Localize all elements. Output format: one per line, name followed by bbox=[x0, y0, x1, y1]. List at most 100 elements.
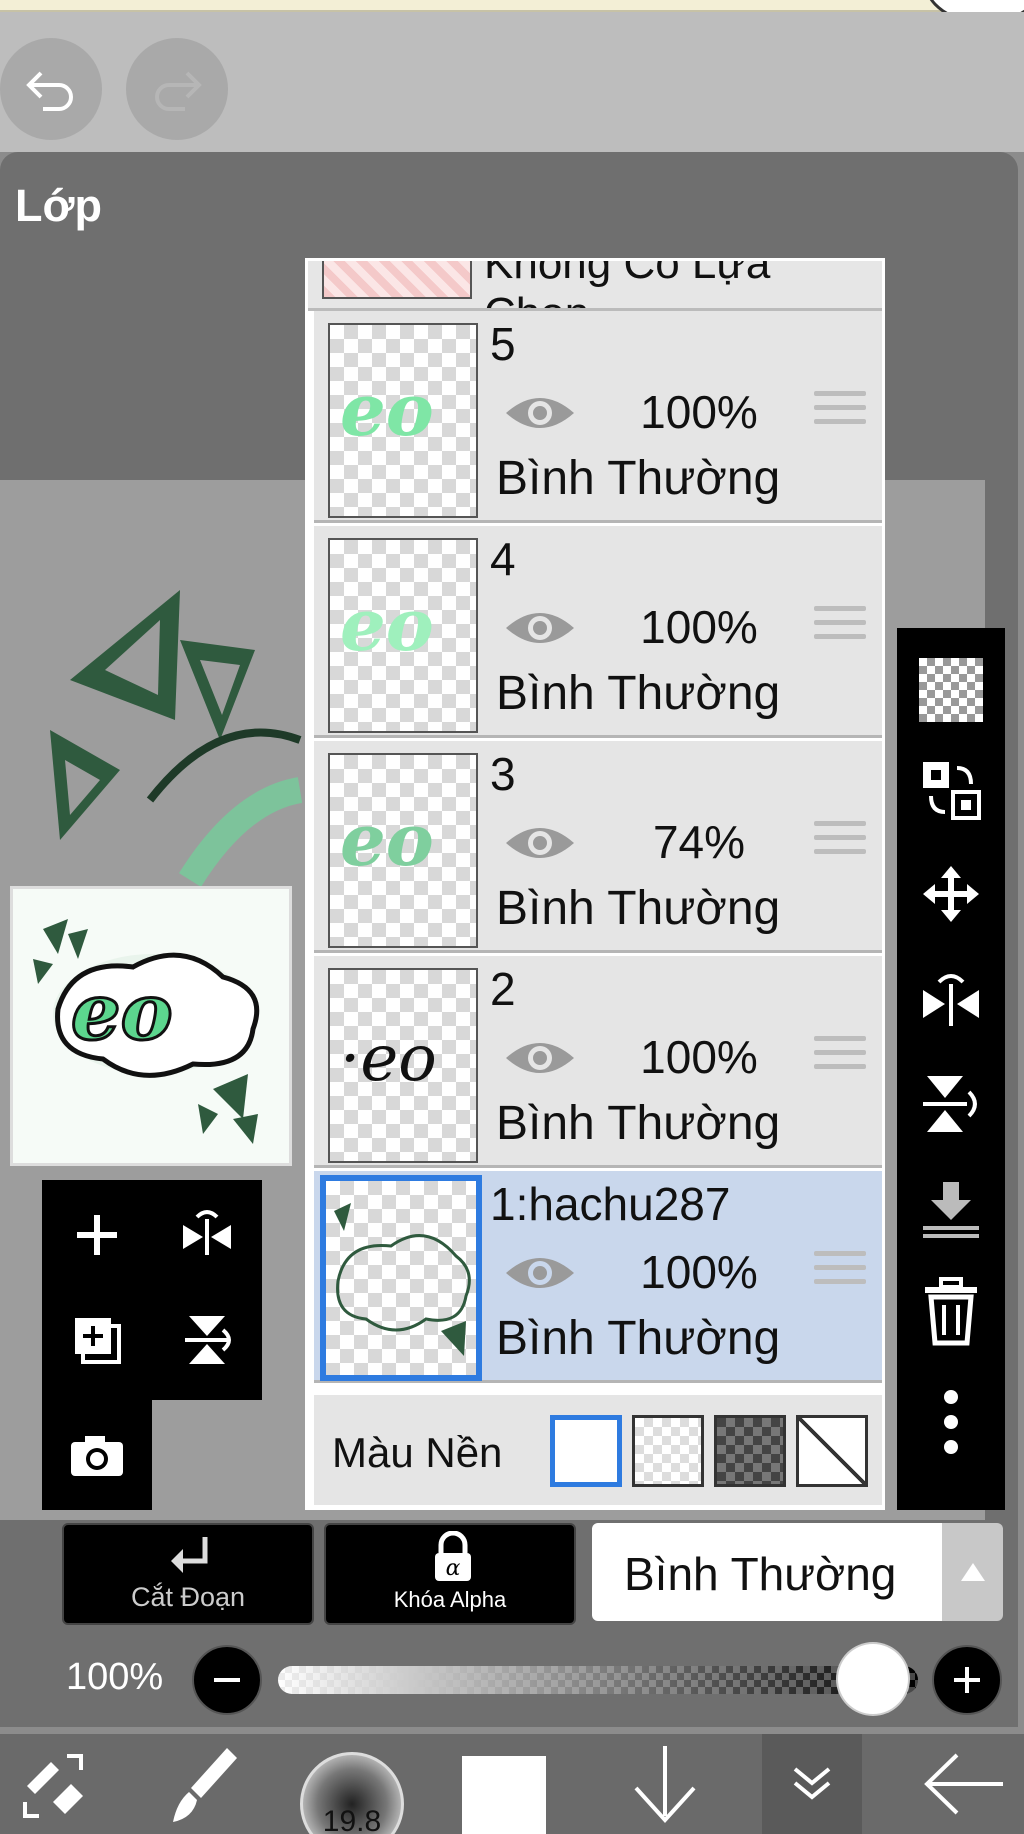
blend-mode-select[interactable]: Bình Thường bbox=[592, 1523, 942, 1621]
delete-layer-button[interactable] bbox=[917, 1277, 985, 1346]
drag-handle-icon[interactable] bbox=[814, 1251, 866, 1297]
add-layer-icon bbox=[77, 1215, 117, 1255]
redo-button[interactable] bbox=[126, 38, 228, 140]
bg-swatch-none[interactable] bbox=[796, 1415, 868, 1487]
navigator-thumbnail[interactable]: eo bbox=[10, 886, 292, 1166]
triangle-up-icon bbox=[960, 1563, 985, 1581]
layer-thumbnail: eo bbox=[328, 538, 478, 733]
bg-swatch-transparent-dark[interactable] bbox=[714, 1415, 786, 1487]
svg-text:eo: eo bbox=[340, 797, 434, 882]
flip-horizontal-button[interactable] bbox=[917, 966, 985, 1034]
more-icon bbox=[944, 1390, 958, 1454]
lock-icon: α bbox=[435, 1531, 471, 1581]
eye-icon bbox=[506, 828, 574, 858]
camera-icon bbox=[71, 1436, 123, 1476]
color-swatch[interactable] bbox=[462, 1756, 546, 1834]
arrow-down-icon bbox=[634, 1746, 696, 1823]
bg-swatch-white[interactable] bbox=[550, 1415, 622, 1487]
visibility-toggle[interactable] bbox=[502, 1034, 578, 1087]
back-button[interactable] bbox=[900, 1734, 1024, 1834]
rotate-flip-icon bbox=[183, 1210, 231, 1255]
drag-handle-icon[interactable] bbox=[814, 821, 866, 867]
layer-opacity: 74% bbox=[652, 816, 746, 868]
opacity-label: 100% bbox=[66, 1656, 164, 1698]
alpha-lock-label: Khóa Alpha bbox=[393, 1587, 507, 1612]
rotate-flip-button[interactable] bbox=[162, 1190, 252, 1280]
layer-row[interactable]: eo 5 100% Bình Thường bbox=[314, 311, 882, 523]
chevron-double-down-icon bbox=[793, 1767, 831, 1800]
undo-button[interactable] bbox=[0, 38, 102, 140]
layer-list[interactable]: Không Có Lựa Chọn eo 5 100% Bình Thường … bbox=[305, 258, 885, 1510]
merge-down-button[interactable] bbox=[917, 1176, 985, 1244]
layer-name: 4 bbox=[490, 533, 516, 585]
drag-handle-icon[interactable] bbox=[814, 391, 866, 437]
layer-name: 2 bbox=[490, 963, 516, 1015]
layer-thumbnail bbox=[320, 1175, 482, 1381]
background-label: Màu Nền bbox=[332, 1429, 503, 1476]
add-layer-button[interactable] bbox=[52, 1190, 142, 1280]
opacity-slider-knob[interactable] bbox=[838, 1644, 908, 1714]
brush-tool-button[interactable] bbox=[150, 1734, 260, 1834]
thumbnail-artwork: eo bbox=[13, 889, 289, 1163]
layer-blend-mode: Bình Thường bbox=[496, 452, 781, 505]
opacity-slider[interactable] bbox=[278, 1666, 918, 1694]
right-toolbar bbox=[897, 628, 1005, 1510]
drag-handle-icon[interactable] bbox=[814, 606, 866, 652]
eye-icon bbox=[506, 613, 574, 643]
layer-opacity: 100% bbox=[640, 386, 758, 438]
clipping-button[interactable]: Cắt Đoạn bbox=[62, 1523, 314, 1625]
svg-text:eo: eo bbox=[71, 967, 173, 1058]
layer-blend-mode: Bình Thường bbox=[496, 667, 781, 720]
bg-swatch-transparent-light[interactable] bbox=[632, 1415, 704, 1487]
svg-text:α: α bbox=[446, 1556, 461, 1581]
visibility-toggle[interactable] bbox=[502, 1249, 578, 1302]
layer-name: 5 bbox=[490, 318, 516, 370]
selection-layer[interactable]: Không Có Lựa Chọn bbox=[308, 261, 882, 311]
opacity-decrease-button[interactable] bbox=[192, 1645, 262, 1715]
visibility-toggle[interactable] bbox=[502, 819, 578, 872]
layer-thumbnail: ·eo bbox=[328, 968, 478, 1163]
down-arrow-button[interactable] bbox=[610, 1734, 720, 1834]
top-toolbar bbox=[0, 12, 1024, 152]
layer-thumbnail: eo bbox=[328, 753, 478, 948]
eye-icon bbox=[506, 398, 574, 428]
tool-switch-button[interactable] bbox=[0, 1734, 110, 1834]
alpha-lock-button[interactable]: α Khóa Alpha bbox=[324, 1523, 576, 1625]
opacity-increase-button[interactable] bbox=[932, 1645, 1002, 1715]
panel-title: Lớp bbox=[15, 180, 102, 231]
background-color-row: Màu Nền bbox=[314, 1395, 882, 1505]
eye-icon bbox=[506, 1043, 574, 1073]
undo-icon bbox=[26, 71, 73, 111]
swap-layer-button[interactable] bbox=[917, 756, 985, 824]
move-button[interactable] bbox=[917, 860, 985, 928]
minus-icon bbox=[214, 1678, 240, 1682]
add-copy-button[interactable] bbox=[52, 1295, 142, 1385]
status-strip bbox=[0, 0, 1024, 12]
brush-size-value: 19.8 bbox=[322, 1805, 382, 1834]
flip-vertical-button-right[interactable] bbox=[917, 1070, 985, 1138]
layer-thumbnail: eo bbox=[328, 323, 478, 518]
flip-vertical-button[interactable] bbox=[162, 1295, 252, 1385]
blend-mode-dropdown[interactable] bbox=[942, 1523, 1003, 1621]
layer-name: 1:hachu287 bbox=[490, 1178, 731, 1230]
eye-icon bbox=[506, 1258, 574, 1288]
layer-row[interactable]: eo 4 100% Bình Thường bbox=[314, 526, 882, 738]
visibility-toggle[interactable] bbox=[502, 389, 578, 442]
layer-row-selected[interactable]: 1:hachu287 100% Bình Thường bbox=[314, 1171, 882, 1383]
trash-icon bbox=[925, 1277, 977, 1346]
layer-blend-mode: Bình Thường bbox=[496, 882, 781, 935]
layer-tools bbox=[42, 1180, 262, 1510]
collapse-button[interactable] bbox=[762, 1734, 862, 1834]
drag-handle-icon[interactable] bbox=[814, 1036, 866, 1082]
layer-row[interactable]: ·eo 2 100% Bình Thường bbox=[314, 956, 882, 1168]
layer-row[interactable]: eo 3 74% Bình Thường bbox=[314, 741, 882, 953]
visibility-toggle[interactable] bbox=[502, 604, 578, 657]
flip-vertical-icon bbox=[185, 1316, 231, 1364]
camera-button[interactable] bbox=[52, 1410, 142, 1500]
transparency-button[interactable] bbox=[917, 656, 985, 724]
svg-text:·eo: ·eo bbox=[340, 1022, 437, 1096]
selection-layer-label: Không Có Lựa Chọn bbox=[484, 261, 771, 308]
brush-icon bbox=[173, 1748, 237, 1822]
swap-layer-icon bbox=[923, 762, 981, 820]
more-options-button[interactable] bbox=[917, 1388, 985, 1456]
